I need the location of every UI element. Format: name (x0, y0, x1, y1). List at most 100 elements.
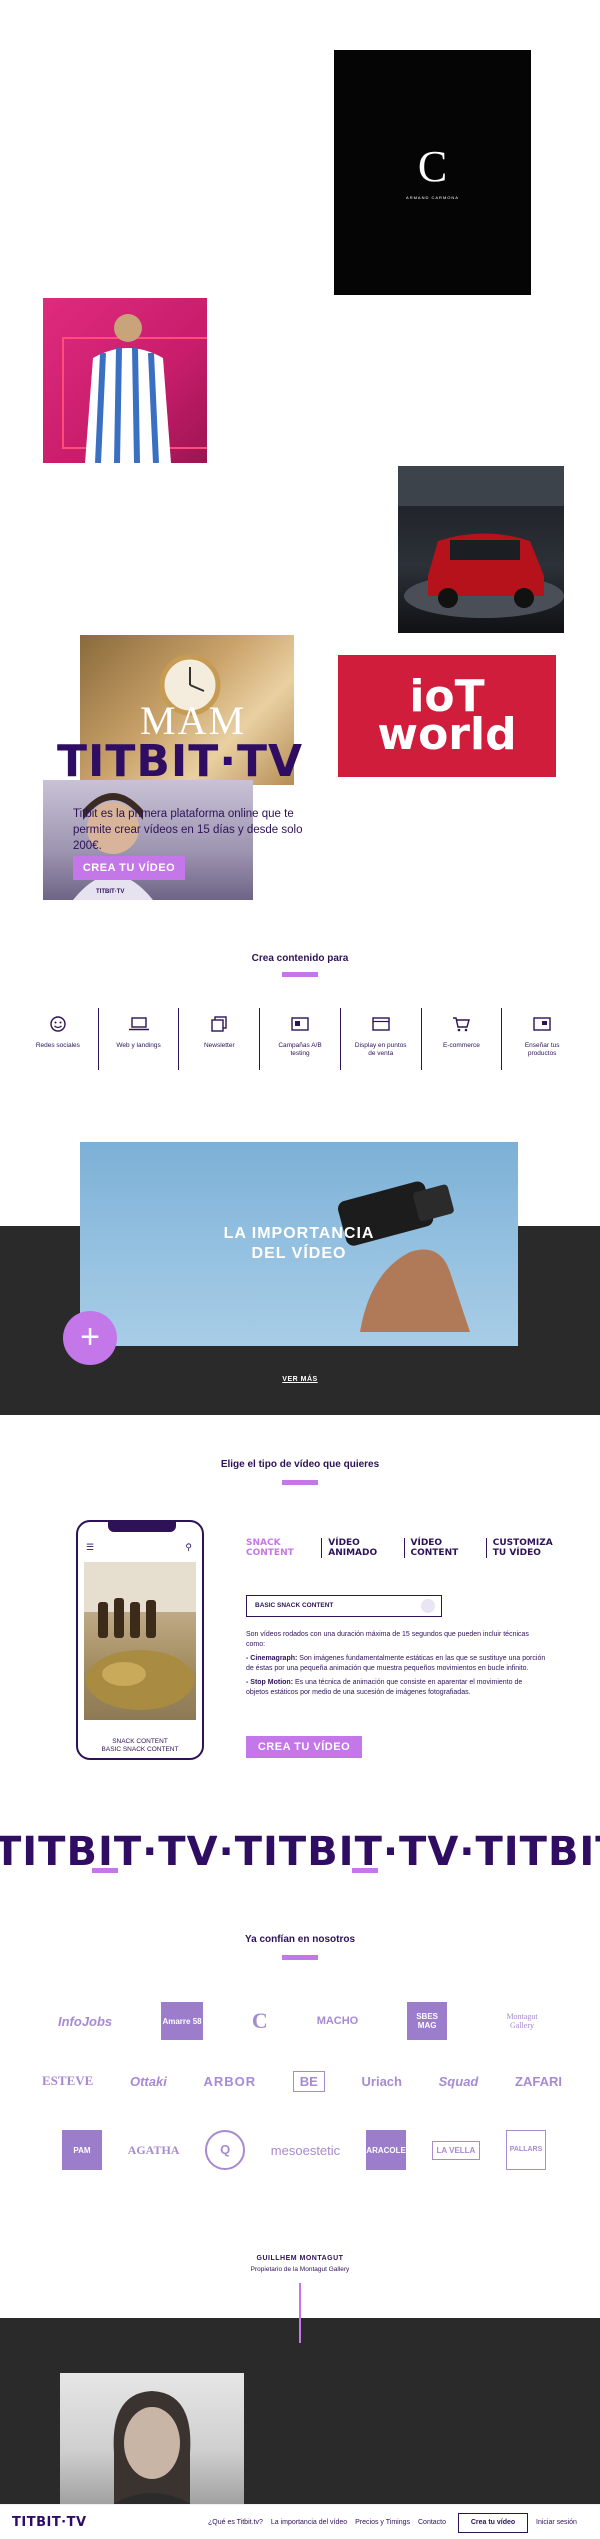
display-icon (371, 1016, 391, 1032)
logo-esteve: ESTEVE (42, 2073, 94, 2088)
footer-link-importancia[interactable]: La importancia del vídeo (271, 2519, 347, 2526)
phone-caption-sub: BASIC SNACK CONTENT (101, 1746, 179, 1753)
car-show-tile (398, 466, 564, 633)
logos-row-2: ESTEVE Ottaki ARBOR BE Uriach Squad ZAFA… (42, 2070, 562, 2092)
logo-agatha: AGATHA (127, 2142, 180, 2157)
beer-bottles-graphic (84, 1562, 196, 1710)
footer-link-contacto[interactable]: Contacto (418, 2519, 446, 2526)
footer-link-precios[interactable]: Precios y Timings (355, 2519, 410, 2526)
category-products[interactable]: Enseñar tus productos (502, 1008, 582, 1070)
phone-notch (108, 1522, 176, 1532)
trust-title: Ya confían en nosotros (244, 1934, 356, 1945)
footer-link-que-es[interactable]: ¿Qué es Titbit.tv? (208, 2519, 263, 2526)
testimonial-portrait (60, 2373, 244, 2513)
iot-world-tile: ioT world (338, 655, 556, 777)
category-ab-testing[interactable]: Campañas A/B testing (260, 1008, 341, 1070)
logo-infojobs: InfoJobs (58, 2013, 113, 2029)
category-ecommerce[interactable]: E-commerce (422, 1008, 503, 1070)
snack-type-select[interactable]: BASIC SNACK CONTENT (246, 1595, 442, 1617)
armand-logo-text: ARMAND CARMONA (406, 195, 459, 200)
category-label: Display en puntos de venta (354, 1042, 407, 1057)
category-social[interactable]: Redes sociales (18, 1008, 99, 1070)
newsletter-icon (209, 1016, 229, 1032)
video-importance-card[interactable]: LA IMPORTANCIA DEL VÍDEO (80, 1142, 518, 1346)
category-label: Enseñar tus productos (524, 1042, 560, 1057)
select-value: BASIC SNACK CONTENT (255, 1602, 334, 1609)
ver-mas-link[interactable]: VER MÁS (270, 1376, 330, 1383)
menu-icon: ☰ (86, 1542, 95, 1552)
desc-stop-motion: - Stop Motion: Es una técnica de animaci… (246, 1678, 546, 1698)
footer-bar: TITBIT·TV ¿Qué es Titbit.tv? La importan… (0, 2504, 600, 2539)
category-web[interactable]: Web y landings (99, 1008, 180, 1070)
video-type-create-button[interactable]: CREA TU VÍDEO (246, 1736, 362, 1758)
desc-intro: Son vídeos rodados con una duración máxi… (246, 1631, 529, 1648)
logo-mesoestetic: mesoestetic (270, 2142, 341, 2158)
logo-ottaki: Ottaki (129, 2073, 167, 2089)
logo-sbes-mag: SBES MAG (407, 2002, 448, 2040)
product-icon (532, 1016, 552, 1032)
tab-snack-content[interactable]: SNACK CONTENT (246, 1538, 321, 1558)
video-type-description: Son vídeos rodados con una duración máxi… (246, 1630, 546, 1702)
category-label: Campañas A/B testing (278, 1042, 322, 1057)
testimonial-divider (299, 2283, 301, 2343)
armand-carmona-tile: C ARMAND CARMONA (334, 50, 531, 295)
tab-video-content[interactable]: VÍDEO CONTENT (403, 1538, 486, 1558)
logo-caracoles: CARACOLES (361, 2130, 411, 2170)
video-type-title: Elige el tipo de vídeo que quieres (220, 1459, 380, 1470)
logo-zafari: ZAFARI (515, 2073, 562, 2089)
video-importance-title: LA IMPORTANCIA DEL VÍDEO (80, 1224, 518, 1264)
ticker-accent (92, 1868, 118, 1873)
logo-squad: Squad (438, 2073, 479, 2089)
phone-mockup: ☰ ⚲ SNACK CONTENT BASIC SNACK CONTENT (76, 1520, 204, 1760)
video-type-tabs: SNACK CONTENT VÍDEO ANIMADO VÍDEO CONTEN… (246, 1538, 568, 1558)
logo-q: Q (205, 2130, 246, 2170)
logo-c: C (251, 2008, 268, 2033)
video-type-underline (282, 1480, 318, 1485)
armand-logo-mark: C (417, 142, 448, 191)
cart-icon (451, 1016, 471, 1032)
category-label: Web y landings (116, 1042, 161, 1049)
red-car-graphic (398, 466, 564, 618)
footer-create-video-button[interactable]: Crea tu vídeo (458, 2513, 528, 2533)
tab-video-animado[interactable]: VÍDEO ANIMADO (321, 1538, 403, 1558)
ticker-accent (352, 1868, 378, 1873)
footer-login-link[interactable]: Iniciar sesión (536, 2519, 577, 2526)
desc-cine-label: - Cinemagraph: (246, 1655, 298, 1662)
category-label: Newsletter (203, 1042, 235, 1049)
laptop-icon (128, 1016, 149, 1032)
category-label: E-commerce (443, 1042, 480, 1049)
video-title-line-1: LA IMPORTANCIA (223, 1225, 375, 1242)
phone-beer-image (84, 1562, 196, 1720)
jersey-photo-tile (43, 298, 207, 463)
brand-ticker: TITBIT·TV·TITBIT·TV·TITBIT (0, 1829, 600, 1875)
phone-caption-title: SNACK CONTENT (112, 1738, 168, 1745)
category-label: Redes sociales (35, 1042, 80, 1049)
hero-create-video-button[interactable]: CREA TU VÍDEO (73, 856, 185, 880)
testimonial-name: GUILLHEM MONTAGUT (256, 2255, 344, 2262)
logo-la-vella: LA VELLA (431, 2140, 481, 2160)
logo-macho: MACHO (316, 2015, 359, 2027)
ab-test-icon (290, 1016, 310, 1032)
create-section-title: Crea contenido para (251, 953, 349, 964)
desc-cinemagraph: - Cinemagraph: Son imágenes fundamentalm… (246, 1654, 546, 1674)
trust-underline (282, 1955, 318, 1960)
logo-amarre: Amarre 58 (161, 2002, 204, 2040)
smiley-icon (48, 1016, 68, 1032)
create-section-underline (282, 972, 318, 977)
plus-button[interactable]: + (63, 1311, 117, 1365)
logo-montagut: Montagut Gallery (506, 2012, 538, 2030)
category-newsletter[interactable]: Newsletter (179, 1008, 261, 1070)
iot-world-logo: ioT world (377, 671, 517, 760)
logos-row-1: InfoJobs Amarre 58 C MACHO SBES MAG Mont… (58, 2002, 548, 2040)
category-display[interactable]: Display en puntos de venta (341, 1008, 422, 1070)
desc-stop-label: - Stop Motion: (246, 1679, 294, 1686)
logo-uriach: Uriach (361, 2073, 402, 2089)
brand-headline: TITBIT·TV (57, 736, 304, 787)
jersey-figure (62, 314, 207, 463)
tab-customiza[interactable]: CUSTOMIZA TU VÍDEO (485, 1538, 568, 1558)
video-title-line-2: DEL VÍDEO (251, 1245, 347, 1262)
chevron-down-icon (421, 1599, 435, 1613)
woman-portrait-graphic (100, 2391, 204, 2513)
logo-arbor: ARBOR (203, 2073, 257, 2089)
footer-logo[interactable]: TITBIT·TV (12, 2515, 87, 2530)
